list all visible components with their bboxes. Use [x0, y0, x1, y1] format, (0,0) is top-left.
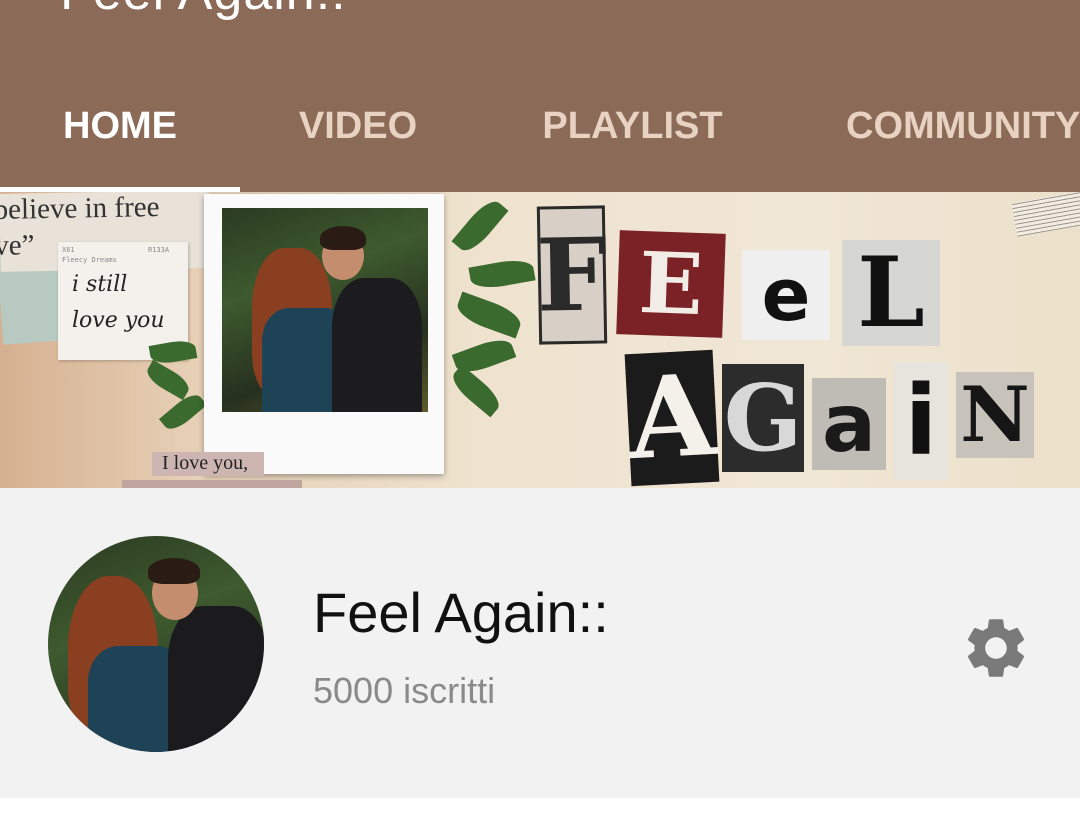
leaf-decoration [468, 256, 536, 292]
title-letter-i: i [894, 362, 948, 480]
channel-info: Feel Again:: 5000 iscritti [0, 488, 1080, 798]
tab-community[interactable]: COMMUNITY [846, 60, 1080, 192]
subscriber-count: 5000 iscritti [313, 670, 496, 711]
title-letter-e2: e [742, 250, 830, 340]
note-tiny-right: R133A [148, 246, 170, 254]
leaf-decoration [451, 195, 509, 257]
page-background [0, 798, 1080, 819]
tab-video[interactable]: VIDEO [258, 60, 458, 192]
banner-love-text: I love you, [162, 452, 249, 474]
note-tiny-left: X61 [62, 246, 75, 254]
banner-couple-photo [222, 208, 428, 412]
leaf-decoration [143, 359, 193, 401]
title-letter-a2: a [812, 378, 886, 470]
avatar[interactable] [48, 536, 264, 752]
app-header: Feel Again:: [0, 0, 1080, 60]
channel-name: Feel Again:: [313, 581, 609, 644]
note-line1: i still [72, 272, 128, 297]
banner-quote-line2: ve” [0, 229, 35, 262]
banner-quote-line1: believe in free [0, 192, 160, 226]
note-line2: love you [72, 308, 165, 333]
gear-icon[interactable] [960, 612, 1032, 684]
title-letter-G: G [722, 364, 804, 472]
channel-header-title: Feel Again:: [60, 0, 347, 22]
channel-banner: believe in free ve” X61 R133A Fleecy Dre… [0, 192, 1080, 488]
banner-newsprint-patch [1011, 192, 1080, 237]
note-tiny-sub: Fleecy Dreams [62, 256, 117, 264]
banner-paper-strip [122, 480, 302, 488]
title-letter-E1: E [616, 230, 726, 338]
leaf-decoration [453, 291, 525, 339]
banner-love-strip: I love you, [152, 452, 264, 476]
title-letter-N: N [956, 372, 1034, 458]
tab-home[interactable]: HOME [0, 60, 240, 192]
channel-tabs: HOME VIDEO PLAYLIST COMMUNITY [0, 60, 1080, 192]
leaf-decoration [447, 364, 505, 418]
title-letter-L: L [842, 240, 940, 346]
tab-playlist[interactable]: PLAYLIST [510, 60, 755, 192]
banner-polaroid [204, 194, 444, 474]
title-letter-A1: A [624, 349, 720, 487]
title-letter-F: F [535, 205, 609, 345]
